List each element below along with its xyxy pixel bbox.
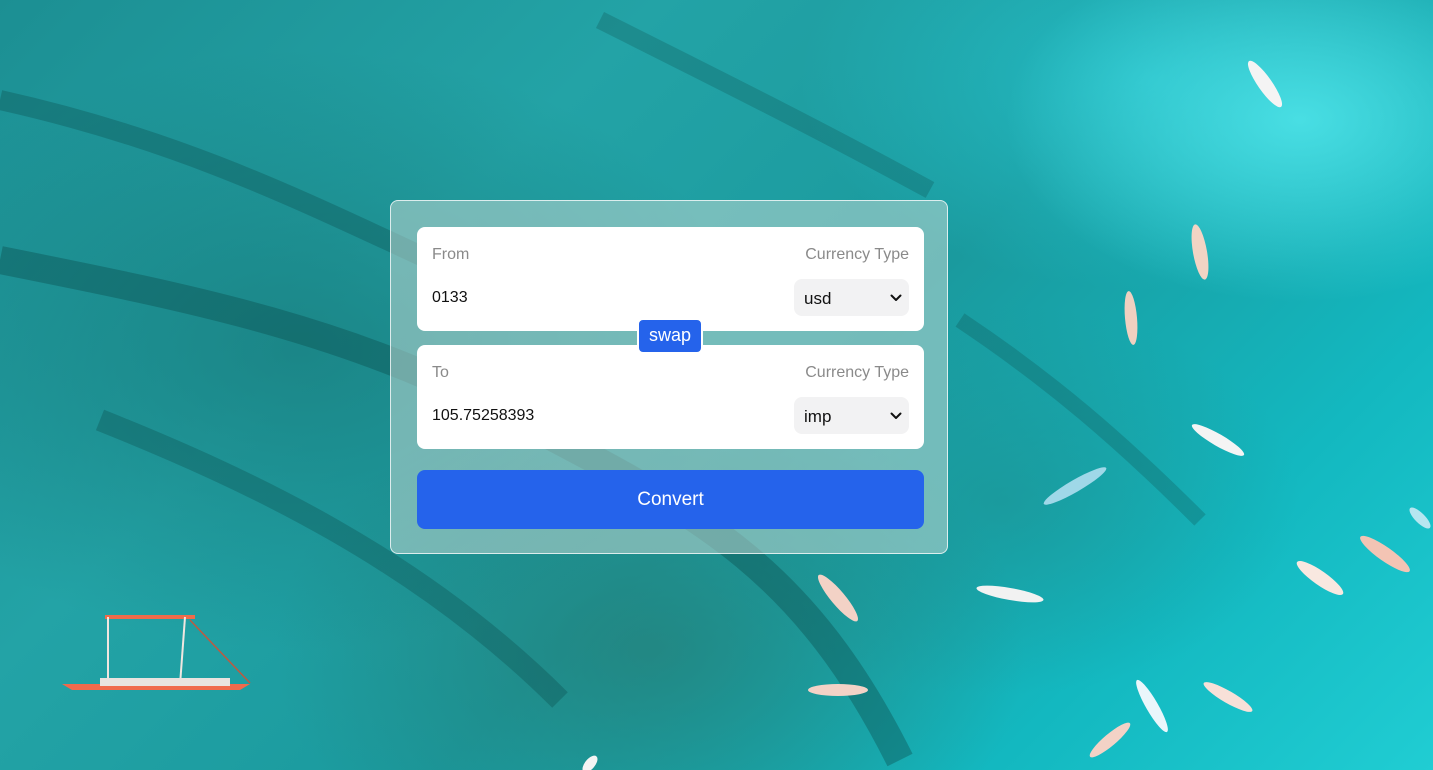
to-label: To (432, 364, 449, 381)
converter-card: From Currency Type 0133 usd To Currency … (390, 200, 948, 554)
to-currency-select[interactable]: imp (794, 397, 909, 434)
from-panel: From Currency Type 0133 usd (417, 227, 924, 331)
to-currency-type-label: Currency Type (805, 364, 909, 381)
from-label: From (432, 246, 470, 263)
to-amount-input[interactable]: 105.75258393 (432, 407, 732, 425)
chevron-down-icon (890, 294, 902, 301)
boat (62, 615, 251, 690)
to-currency-value: imp (804, 407, 832, 426)
to-panel: To Currency Type 105.75258393 imp (417, 345, 924, 449)
from-amount-input[interactable]: 0133 (432, 289, 732, 307)
chevron-down-icon (890, 412, 902, 419)
from-currency-value: usd (804, 289, 832, 308)
swap-button[interactable]: swap (637, 318, 703, 354)
from-currency-type-label: Currency Type (805, 246, 909, 263)
convert-button[interactable]: Convert (417, 470, 924, 529)
from-currency-select[interactable]: usd (794, 279, 909, 316)
